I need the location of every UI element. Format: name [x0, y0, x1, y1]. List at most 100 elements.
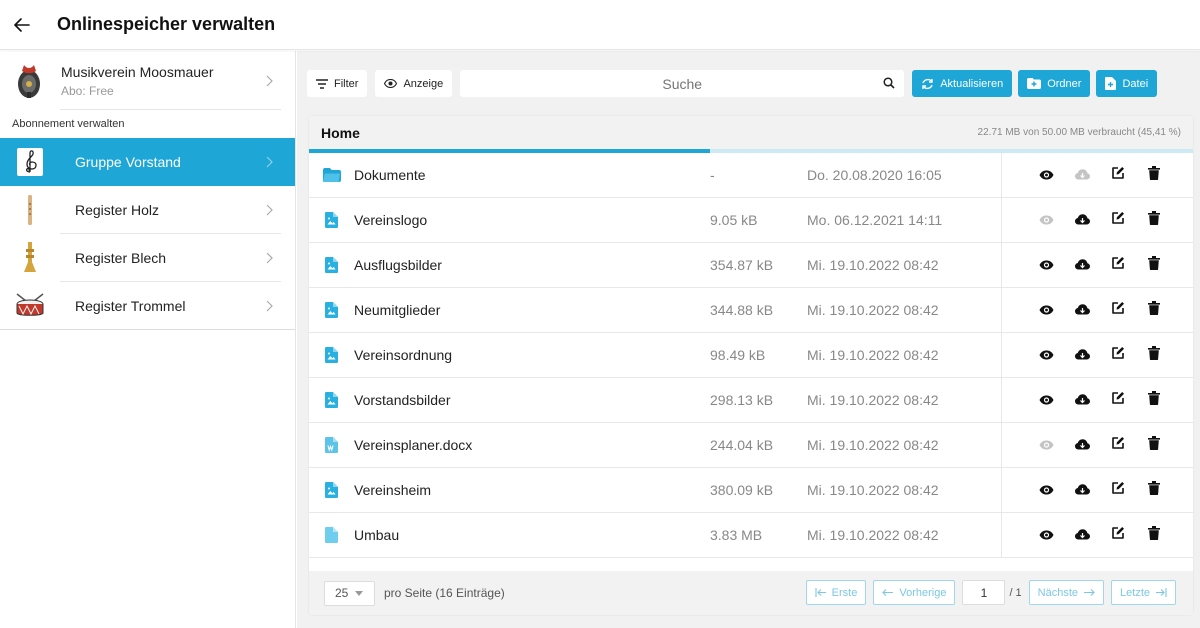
delete-button[interactable] [1136, 166, 1172, 185]
file-size: 298.13 kB [710, 392, 774, 408]
view-button[interactable] [1028, 482, 1064, 500]
view-button[interactable] [1028, 257, 1064, 275]
sidebar-item-register-trommel[interactable]: Register Trommel [0, 282, 295, 330]
download-button[interactable] [1064, 527, 1100, 545]
file-row[interactable]: Umbau 3.83 MB Mi. 19.10.2022 08:42 [309, 513, 1193, 558]
file-row[interactable]: Vereinsordnung 98.49 kB Mi. 19.10.2022 08:… [309, 333, 1193, 378]
edit-button[interactable] [1100, 526, 1136, 545]
breadcrumb-home[interactable]: Home [321, 125, 360, 141]
sidebar-item-register-blech[interactable]: Register Blech [0, 234, 295, 282]
view-label: Anzeige [403, 77, 444, 90]
image-file-icon [309, 347, 354, 363]
sidebar-item-label: Gruppe Vorstand [75, 154, 181, 170]
download-button [1064, 167, 1100, 185]
chevron-right-icon [266, 204, 273, 216]
new-file-button[interactable]: Datei [1096, 70, 1158, 97]
delete-button[interactable] [1136, 436, 1172, 455]
sidebar-item-register-holz[interactable]: Register Holz [0, 186, 295, 234]
delete-button[interactable] [1136, 301, 1172, 320]
image-file-icon [309, 302, 354, 318]
drum-icon [16, 292, 44, 316]
last-page-button[interactable]: Letzte [1111, 580, 1176, 605]
eye-icon [1039, 482, 1054, 500]
per-page-select[interactable]: 25 [324, 580, 375, 606]
back-button[interactable] [4, 7, 40, 43]
edit-icon [1111, 481, 1125, 500]
app-header: Onlinespeicher verwalten [0, 0, 1200, 50]
view-button[interactable]: Anzeige [375, 70, 453, 97]
view-button[interactable] [1028, 527, 1064, 545]
download-button[interactable] [1064, 257, 1100, 275]
view-button[interactable] [1028, 347, 1064, 365]
file-row[interactable]: Vereinsplaner.docx 244.04 kB Mi. 19.10.202… [309, 423, 1193, 468]
organization-item[interactable]: Musikverein Moosmauer Abo: Free [0, 51, 295, 110]
file-name[interactable]: Ausflugsbilder [354, 257, 710, 273]
sidebar-item-gruppe-vorstand[interactable]: Gruppe Vorstand [0, 138, 295, 186]
view-button[interactable] [1028, 167, 1064, 185]
view-button[interactable] [1028, 392, 1064, 410]
edit-button[interactable] [1100, 256, 1136, 275]
file-row[interactable]: Vereinslogo 9.05 kB Mo. 06.12.2021 14:11 [309, 198, 1193, 243]
file-name[interactable]: Vorstandsbilder [354, 392, 710, 408]
file-name[interactable]: Dokumente [354, 167, 710, 183]
file-row[interactable]: Dokumente - Do. 20.08.2020 16:05 [309, 153, 1193, 198]
caret-down-icon [355, 590, 364, 596]
delete-button[interactable] [1136, 391, 1172, 410]
row-actions [1028, 513, 1172, 558]
previous-page-button[interactable]: Vorherige [873, 580, 956, 605]
download-button[interactable] [1064, 392, 1100, 410]
filter-button[interactable]: Filter [307, 70, 368, 97]
download-button[interactable] [1064, 212, 1100, 230]
chevron-right-icon [266, 75, 273, 86]
refresh-label: Aktualisieren [940, 77, 1004, 90]
organization-logo [18, 64, 40, 98]
edit-button[interactable] [1100, 211, 1136, 230]
download-button[interactable] [1064, 482, 1100, 500]
delete-button[interactable] [1136, 211, 1172, 230]
download-button[interactable] [1064, 347, 1100, 365]
edit-button[interactable] [1100, 481, 1136, 500]
manage-subscription-link[interactable]: Abonnement verwalten [0, 110, 295, 138]
edit-button[interactable] [1100, 391, 1136, 410]
next-page-button[interactable]: Nächste [1028, 580, 1105, 605]
file-name[interactable]: Vereinsheim [354, 482, 710, 498]
download-button[interactable] [1064, 302, 1100, 320]
file-name[interactable]: Vereinsplaner.docx [354, 437, 710, 453]
download-button[interactable] [1064, 437, 1100, 455]
edit-button[interactable] [1100, 346, 1136, 365]
delete-button[interactable] [1136, 526, 1172, 545]
first-page-button[interactable]: Erste [805, 580, 867, 605]
trash-icon [1148, 391, 1160, 410]
file-name[interactable]: Vereinslogo [354, 212, 710, 228]
sidebar-item-label: Register Trommel [75, 297, 186, 314]
edit-icon [1111, 436, 1125, 455]
edit-button[interactable] [1100, 436, 1136, 455]
delete-button[interactable] [1136, 256, 1172, 275]
eye-icon [1039, 437, 1054, 455]
edit-icon [1111, 211, 1125, 230]
page-number-input[interactable] [962, 580, 1006, 605]
edit-icon [1111, 526, 1125, 545]
storage-usage-text: 22.71 MB von 50.00 MB verbraucht (45,41 … [977, 127, 1181, 138]
delete-button[interactable] [1136, 346, 1172, 365]
trash-icon [1148, 526, 1160, 545]
trash-icon [1148, 436, 1160, 455]
file-row[interactable]: Vereinsheim 380.09 kB Mi. 19.10.2022 08:42 [309, 468, 1193, 513]
refresh-button[interactable]: Aktualisieren [912, 70, 1013, 97]
main-content: Filter Anzeige Aktualisieren Ordner Date… [297, 51, 1200, 628]
file-name[interactable]: Vereinsordnung [354, 347, 710, 363]
file-size: 9.05 kB [710, 212, 758, 228]
file-row[interactable]: Vorstandsbilder 298.13 kB Mi. 19.10.2022 0… [309, 378, 1193, 423]
file-name[interactable]: Neumitglieder [354, 302, 710, 318]
view-button[interactable] [1028, 302, 1064, 320]
new-folder-button[interactable]: Ordner [1018, 70, 1091, 97]
edit-button[interactable] [1100, 301, 1136, 320]
image-file-icon [309, 257, 354, 273]
delete-button[interactable] [1136, 481, 1172, 500]
file-row[interactable]: Neumitglieder 344.88 kB Mi. 19.10.2022 08:… [309, 288, 1193, 333]
edit-button[interactable] [1100, 166, 1136, 185]
search-icon[interactable] [883, 77, 895, 89]
search-input[interactable] [460, 70, 905, 97]
file-row[interactable]: Ausflugsbilder 354.87 kB Mi. 19.10.2022 08… [309, 243, 1193, 288]
file-name[interactable]: Umbau [354, 527, 710, 543]
